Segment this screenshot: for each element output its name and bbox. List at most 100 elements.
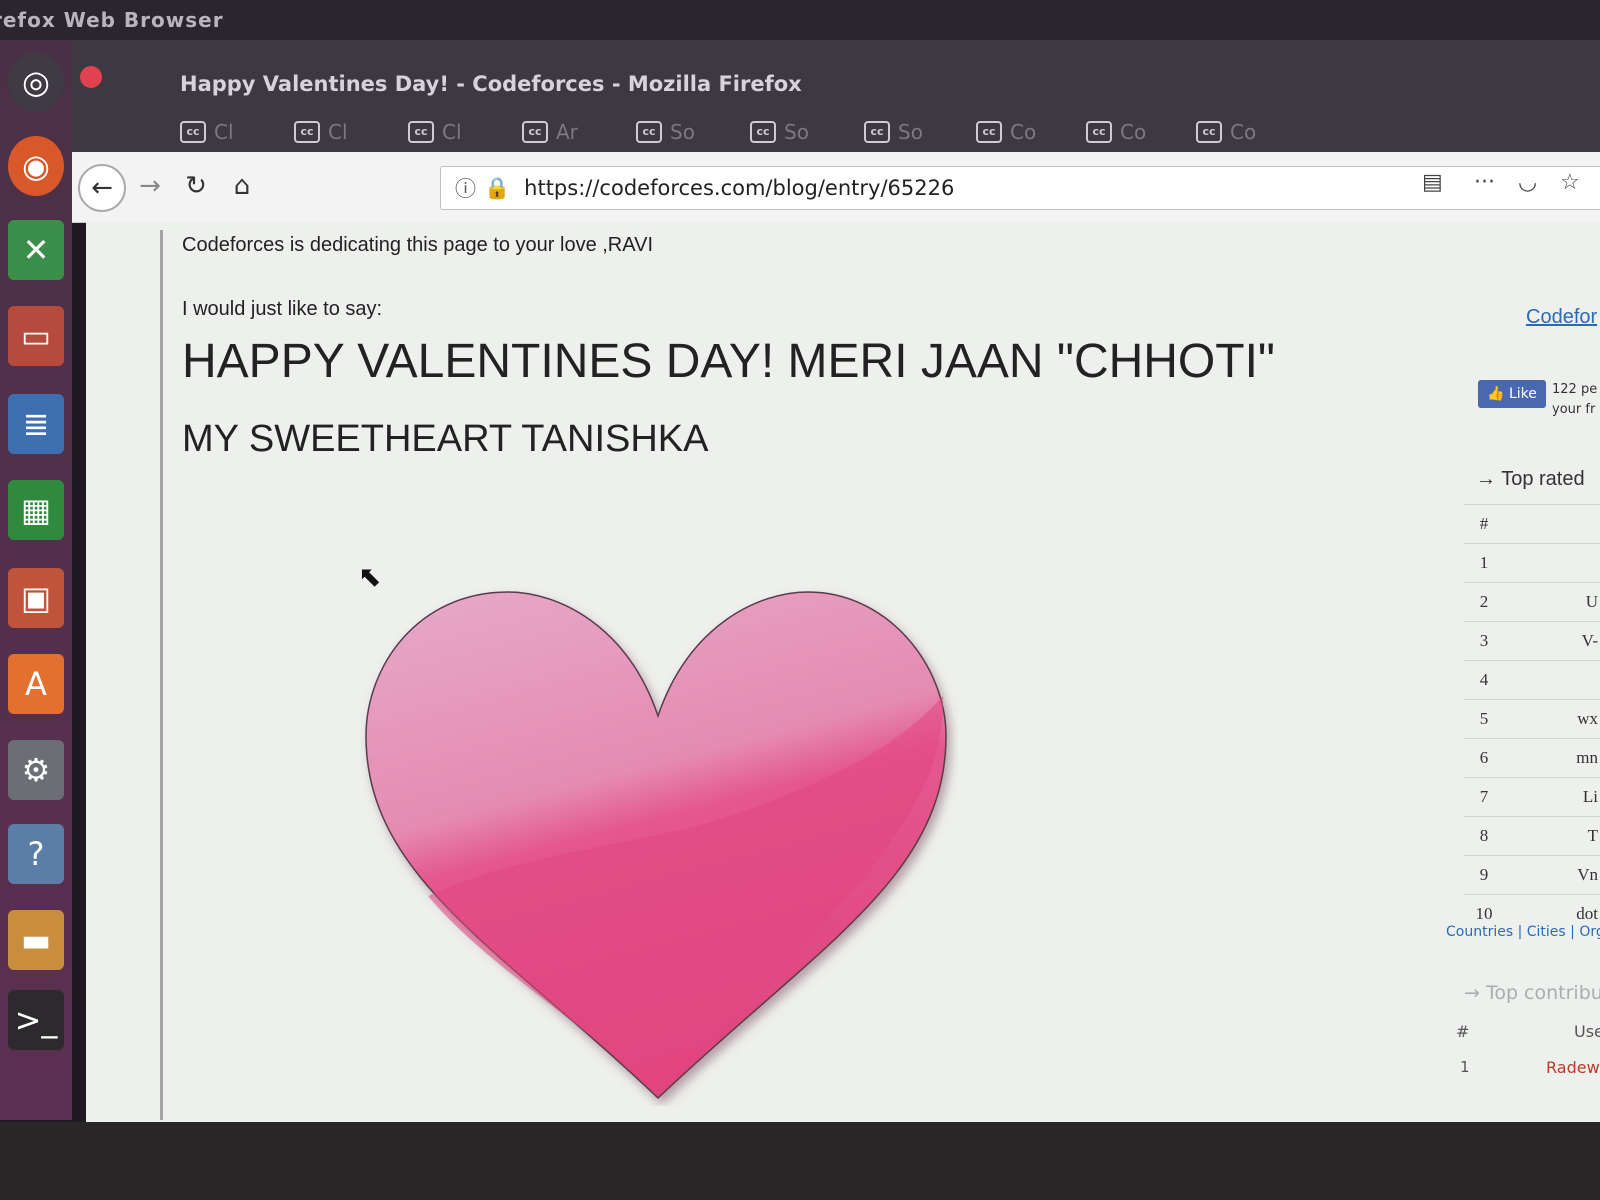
tab-6[interactable]: cc So	[750, 112, 858, 152]
table-row: 2U	[1464, 582, 1600, 622]
codechef-icon: cc	[294, 121, 320, 143]
sidebar-brand-link[interactable]: Codefor	[1526, 306, 1597, 329]
table-row: 7 Li	[1464, 777, 1600, 817]
codechef-icon: cc	[976, 121, 1002, 143]
home-button[interactable]: ⌂	[220, 164, 264, 208]
handle-link[interactable]: Vn	[1504, 855, 1600, 895]
table-row: 5 wx	[1464, 699, 1600, 739]
tab-9[interactable]: cc Co	[1086, 112, 1194, 152]
rank: 6	[1464, 738, 1504, 778]
handle-link[interactable]: mn	[1504, 738, 1600, 778]
tab-label: Cl	[214, 120, 234, 144]
rank: 8	[1464, 816, 1504, 856]
tab-strip: cc Cl cc Cl cc Cl cc Ar cc So cc So cc So cc Co …	[80, 112, 1600, 152]
rank: 3	[1464, 621, 1504, 661]
tab-label: Ar	[556, 120, 578, 144]
writer-icon[interactable]: ≣	[8, 394, 64, 454]
site-info-icon[interactable]: ⓘ	[455, 173, 476, 203]
thumbs-up-icon: 👍	[1487, 386, 1509, 402]
contrib-rank-header: #	[1456, 1022, 1470, 1041]
handle-link[interactable]: U	[1504, 582, 1600, 622]
files-cabinet-icon[interactable]: ▭	[8, 306, 64, 366]
heart-image	[365, 591, 947, 1100]
tab-label: So	[898, 120, 923, 144]
handle-link[interactable]: T	[1504, 816, 1600, 856]
settings-icon[interactable]: ⚙	[8, 740, 64, 800]
back-button[interactable]: ←	[78, 164, 126, 212]
os-top-bar: refox Web Browser	[0, 0, 1600, 40]
like-count: 122 pe	[1552, 382, 1598, 397]
table-row: 8T	[1464, 816, 1600, 856]
tab-4[interactable]: cc Ar	[522, 112, 630, 152]
reader-view-icon[interactable]: ▤	[1422, 170, 1443, 195]
tab-7[interactable]: cc So	[864, 112, 972, 152]
table-row: 3 V-	[1464, 621, 1600, 661]
folder-icon[interactable]: ▬	[8, 910, 64, 970]
contrib-user-header: Use	[1574, 1022, 1600, 1041]
rating-filter-links[interactable]: Countries | Cities | Orga	[1446, 924, 1600, 940]
codechef-icon: cc	[636, 121, 662, 143]
facebook-like-button[interactable]: 👍 Like	[1478, 380, 1546, 408]
url-text[interactable]: https://codeforces.com/blog/entry/65226	[524, 176, 1424, 200]
codechef-icon: cc	[864, 121, 890, 143]
ubuntu-logo-icon[interactable]: ◎	[8, 52, 64, 112]
handle-link[interactable]	[1504, 660, 1600, 700]
table-row: 1	[1464, 543, 1600, 583]
tab-label: Cl	[328, 120, 348, 144]
tab-10[interactable]: cc Co	[1196, 112, 1304, 152]
tab-label: So	[784, 120, 809, 144]
terminal-icon[interactable]: >_	[8, 990, 64, 1050]
contrib-rank: 1	[1460, 1058, 1470, 1076]
headline: HAPPY VALENTINES DAY! MERI JAAN "CHHOTI"	[182, 335, 1275, 388]
bookmark-star-icon[interactable]: ☆	[1560, 170, 1580, 195]
handle-link[interactable]	[1504, 543, 1600, 583]
rank: 1	[1464, 543, 1504, 583]
tab-label: Co	[1010, 120, 1037, 144]
tab-1[interactable]: cc Cl	[180, 112, 288, 152]
impress-icon[interactable]: ▣	[8, 568, 64, 628]
calc-icon[interactable]: ▦	[8, 480, 64, 540]
os-app-title: refox Web Browser	[0, 8, 224, 32]
handle-link[interactable]: V-	[1504, 621, 1600, 661]
rank: 5	[1464, 699, 1504, 739]
tab-5[interactable]: cc So	[636, 112, 744, 152]
screen-bezel	[0, 1122, 1600, 1200]
blog-left-rule	[160, 230, 163, 1120]
rank: 2	[1464, 582, 1504, 622]
contrib-handle-link[interactable]: Radewo	[1546, 1058, 1600, 1077]
top-rated-table: # 1 2U 3 V- 4 5 wx 6 mn 7 Li 8T 9 Vn 10 dot	[1464, 504, 1600, 933]
reload-button[interactable]: ↻	[174, 164, 218, 208]
right-sidebar: Codefor 👍 Like 122 pe your fr → Top rate…	[1446, 262, 1600, 1122]
pocket-icon[interactable]: ◡	[1518, 170, 1537, 195]
tab-8[interactable]: cc Co	[976, 112, 1084, 152]
window-close-button[interactable]	[80, 66, 102, 88]
tab-3[interactable]: cc Cl	[408, 112, 516, 152]
forward-button[interactable]: →	[128, 164, 172, 208]
top-rated-title: → Top rated	[1476, 468, 1585, 490]
window-title: Happy Valentines Day! - Codeforces - Moz…	[180, 72, 802, 96]
table-row: 4	[1464, 660, 1600, 700]
codechef-icon: cc	[408, 121, 434, 143]
handle-link[interactable]: Li	[1504, 777, 1600, 817]
like-label: Like	[1508, 386, 1537, 402]
top-contributors-title: → Top contribut	[1464, 982, 1600, 1004]
table-header: #	[1464, 504, 1600, 544]
software-center-icon[interactable]: A	[8, 654, 64, 714]
dedication-text: Codeforces is dedicating this page to yo…	[182, 234, 653, 256]
rank: 9	[1464, 855, 1504, 895]
lock-icon: 🔒	[484, 175, 511, 200]
intro-text: I would just like to say:	[182, 298, 383, 320]
tab-label: Co	[1120, 120, 1147, 144]
tab-2[interactable]: cc Cl	[294, 112, 402, 152]
like-subtext: your fr	[1552, 402, 1596, 417]
subheadline: MY SWEETHEART TANISHKA	[182, 418, 709, 460]
help-icon[interactable]: ?	[8, 824, 64, 884]
page-actions-menu-icon[interactable]: ···	[1474, 170, 1495, 195]
firefox-icon[interactable]: ◉	[8, 136, 64, 196]
rank-header: #	[1464, 504, 1504, 544]
android-studio-icon[interactable]: ✕	[8, 220, 64, 280]
handle-link[interactable]: wx	[1504, 699, 1600, 739]
codechef-icon: cc	[522, 121, 548, 143]
codechef-icon: cc	[1196, 121, 1222, 143]
codechef-icon: cc	[180, 121, 206, 143]
